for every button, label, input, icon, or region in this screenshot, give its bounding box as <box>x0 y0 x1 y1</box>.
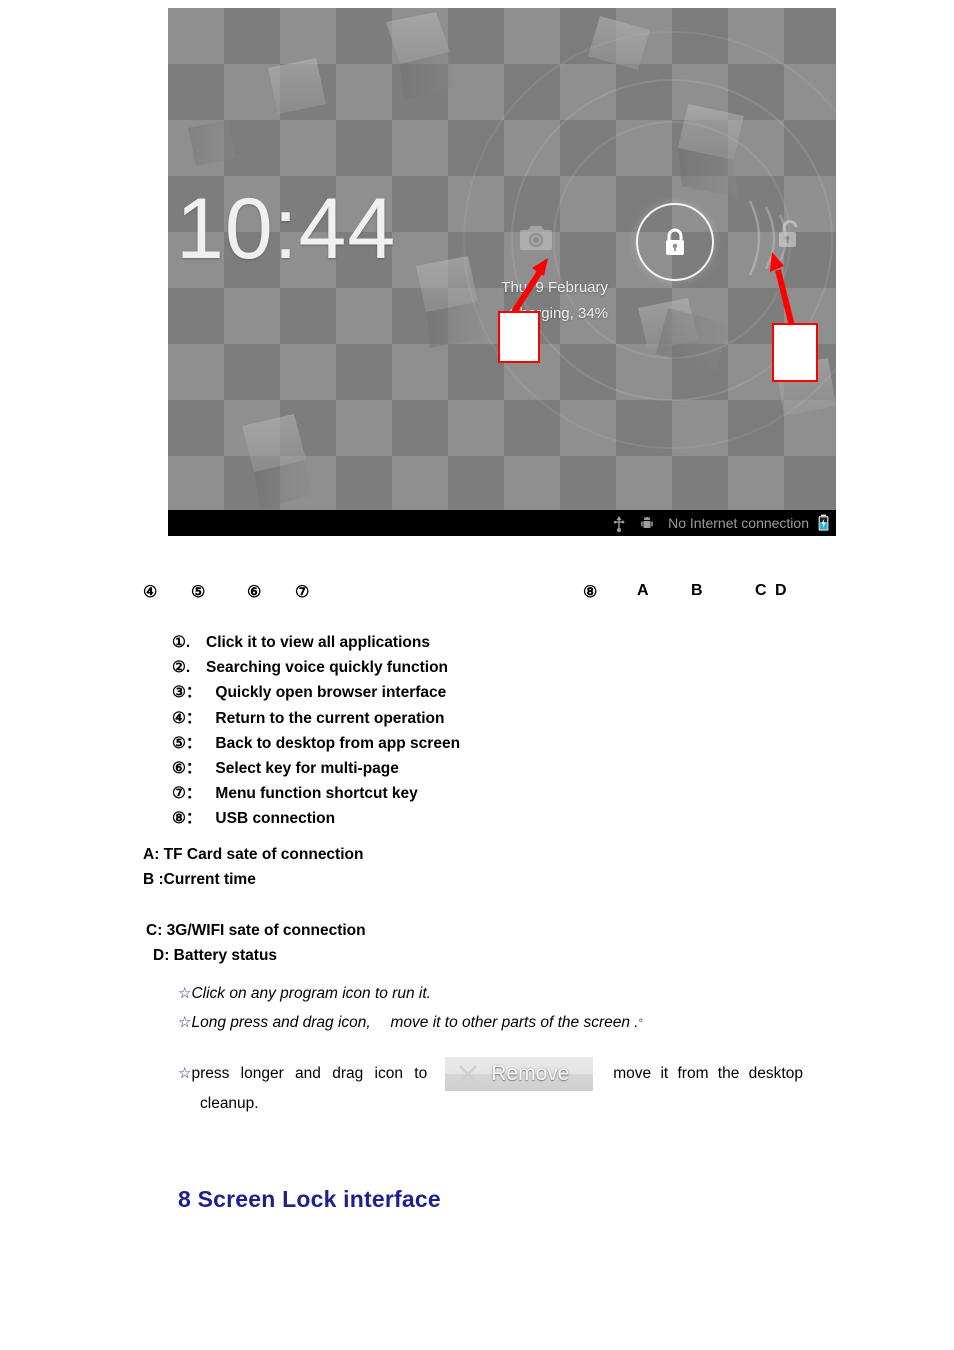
callout-box-right <box>772 323 818 382</box>
legend-item-a: A: TF Card sate of connection <box>143 845 364 863</box>
legend-item-5: ⑤： Back to desktop from app screen <box>0 731 954 756</box>
star-bullet-icon: ☆ <box>178 1013 192 1031</box>
callout-arrow-right <box>770 252 795 327</box>
page-title: 8 Screen Lock interface <box>178 1185 441 1212</box>
legend-item-text: USB connection <box>215 810 336 828</box>
legend-item-7: ⑦： Menu function shortcut key <box>0 781 954 806</box>
legend-item-text: Menu function shortcut key <box>215 785 418 803</box>
legend-item-number: ⑧： <box>172 810 202 828</box>
lock-icon <box>666 228 684 255</box>
usb-icon <box>612 515 626 532</box>
star-note-2-tail: 。 <box>638 1012 649 1024</box>
legend-item-text: Return to the current operation <box>215 709 445 727</box>
remove-text-before: press longer and drag icon to <box>191 1065 428 1083</box>
numbered-legend-list: ①. Click it to view all applications ②. Sea… <box>0 630 954 832</box>
marker-④: ④ <box>143 584 158 601</box>
legend-item-number: ⑦： <box>172 785 202 803</box>
legend-item-6: ⑥： Select key for multi-page <box>0 756 954 781</box>
lettered-legend-list: A: TF Card sate of connection B :Current… <box>0 842 954 969</box>
legend-item-number: ③： <box>172 684 202 702</box>
battery-charging-icon <box>817 514 830 532</box>
legend-item-3: ③： Quickly open browser interface <box>0 680 954 705</box>
legend-item-number: ④： <box>172 709 202 727</box>
star-note-1: ☆Click on any program icon to run it. <box>0 981 954 1006</box>
remove-widget-label: Remove <box>491 1062 570 1086</box>
legend-item-text: Click it to view all applications <box>206 634 430 651</box>
legend-item-4: ④： Return to the current operation <box>0 706 954 731</box>
android-status-bar: No Internet connection <box>168 510 836 536</box>
legend-item-number: ②. <box>172 659 191 677</box>
legend-item-number: ①. <box>172 634 191 651</box>
star-bullet-icon: ☆ <box>178 984 192 1002</box>
star-bullet-icon: ☆ <box>178 1065 192 1083</box>
android-debug-icon <box>640 515 654 532</box>
legend-item-b: B :Current time <box>143 871 256 889</box>
remove-text-line2: cleanup. <box>200 1094 259 1112</box>
legend-item-c: C: 3G/WIFI sate of connection <box>146 921 366 939</box>
legend-item-8: ⑧： USB connection <box>0 806 954 831</box>
legend-item-number: ⑤： <box>172 734 202 752</box>
marker-B: B <box>691 582 703 599</box>
legend-item-1: ①. Click it to view all applications <box>0 630 954 655</box>
star-note-2: ☆Long press and drag icon, move it to ot… <box>0 1006 954 1035</box>
marker-D: D <box>775 582 787 599</box>
marker-⑦: ⑦ <box>295 584 310 601</box>
lockscreen-screenshot: 10:44 Thu, 9 February Charging, 34% No I… <box>168 8 836 536</box>
marker-⑥: ⑥ <box>247 584 262 601</box>
star-note-1-text: Click on any program icon to run it. <box>191 984 431 1002</box>
document-body: ④ ⑤ ⑥ ⑦ ⑧ A B CD ①. Click it to view all applica… <box>0 536 954 1213</box>
close-x-icon <box>445 1062 491 1086</box>
star-note-2-text: Long press and drag icon, move it to oth… <box>191 1013 639 1031</box>
legend-item-text: Quickly open browser interface <box>215 684 447 702</box>
legend-item-text: Searching voice quickly function <box>206 659 449 677</box>
marker-A: A <box>637 582 649 599</box>
connection-status-text: No Internet connection <box>668 515 809 531</box>
legend-item-2: ②. Searching voice quickly function <box>0 655 954 680</box>
legend-item-text: Select key for multi-page <box>215 760 399 778</box>
marker-C: C <box>755 582 767 599</box>
legend-item-number: ⑥： <box>172 760 202 778</box>
remove-text-after: move it from the desktop <box>613 1065 803 1083</box>
legend-item-d: D: Battery status <box>153 947 278 965</box>
remove-target-widget[interactable]: Remove <box>445 1056 594 1091</box>
marker-⑤: ⑤ <box>191 584 206 601</box>
marker-⑧: ⑧ <box>583 584 598 601</box>
legend-item-text: Back to desktop from app screen <box>215 734 461 752</box>
callout-arrow-left <box>511 258 548 314</box>
marker-row: ④ ⑤ ⑥ ⑦ ⑧ A B CD <box>0 582 954 616</box>
lock-ring[interactable] <box>636 203 714 281</box>
callout-box-left <box>498 311 540 363</box>
remove-instruction-paragraph: ☆ press longer and drag icon to Remove mo… <box>0 1056 954 1116</box>
camera-icon[interactable] <box>516 220 556 256</box>
